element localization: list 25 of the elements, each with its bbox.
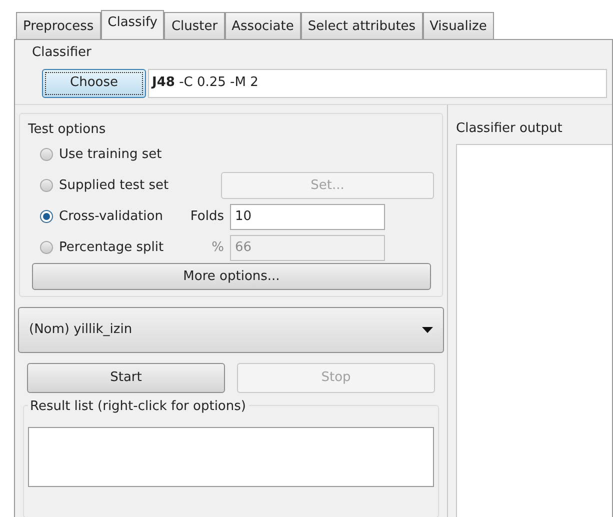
option-label: Percentage split (59, 238, 165, 257)
tab[interactable]: Cluster (164, 12, 225, 39)
class-dropdown[interactable]: (Nom) yillik_izin (18, 307, 444, 353)
tab[interactable]: Select attributes (300, 12, 423, 39)
classifier-field[interactable]: J48 -C 0.25 -M 2 (148, 68, 607, 98)
group-title: Classifier (31, 44, 92, 62)
caret-icon (422, 327, 433, 333)
option-label: Supplied test set (59, 176, 170, 195)
option-label: Use training set (59, 146, 163, 164)
radio-button[interactable] (40, 210, 53, 223)
radio-button[interactable] (40, 148, 53, 161)
result-list[interactable] (28, 426, 434, 486)
choose-button[interactable]: Choose (42, 68, 146, 98)
field-label: Folds (189, 208, 224, 226)
field-label: % (210, 238, 224, 257)
option-label: Cross-validation (59, 208, 164, 226)
tab[interactable]: Associate (224, 12, 301, 39)
number-field[interactable]: 10 (230, 204, 385, 230)
group-title: Test options (28, 120, 107, 138)
tab[interactable]: Visualize (422, 12, 494, 39)
tab[interactable]: Preprocess (16, 12, 101, 39)
group-title: Classifier output (456, 120, 564, 138)
tab[interactable]: Classify (100, 10, 164, 39)
start-button[interactable]: Start (27, 363, 225, 393)
more-options-button[interactable]: More options... (32, 263, 431, 290)
